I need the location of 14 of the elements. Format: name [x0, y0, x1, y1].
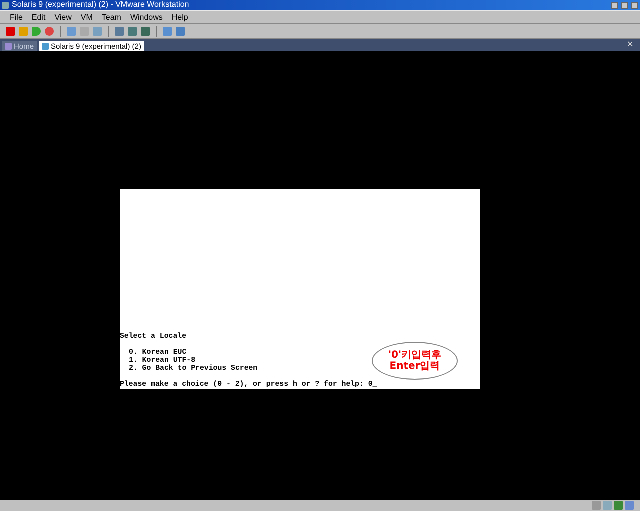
maximize-button[interactable] [621, 2, 628, 8]
callout-text: '0'키입력후 [388, 350, 442, 361]
minimize-button[interactable] [611, 2, 618, 8]
close-tab-button[interactable]: ✕ [627, 41, 634, 49]
menu-item[interactable]: File [10, 12, 23, 22]
menu-item[interactable]: Edit [32, 12, 46, 22]
menu-item[interactable]: Help [172, 12, 188, 22]
menu-item[interactable]: View [54, 12, 72, 22]
menu-item[interactable]: Team [102, 12, 122, 22]
window-title: Solaris 9 (experimental) (2) - VMware Workstation [12, 0, 190, 10]
menu-item[interactable]: VM [80, 12, 93, 22]
menu-item[interactable]: Windows [130, 12, 163, 22]
close-button[interactable] [631, 2, 638, 8]
callout-text: Enter입력 [390, 361, 440, 372]
